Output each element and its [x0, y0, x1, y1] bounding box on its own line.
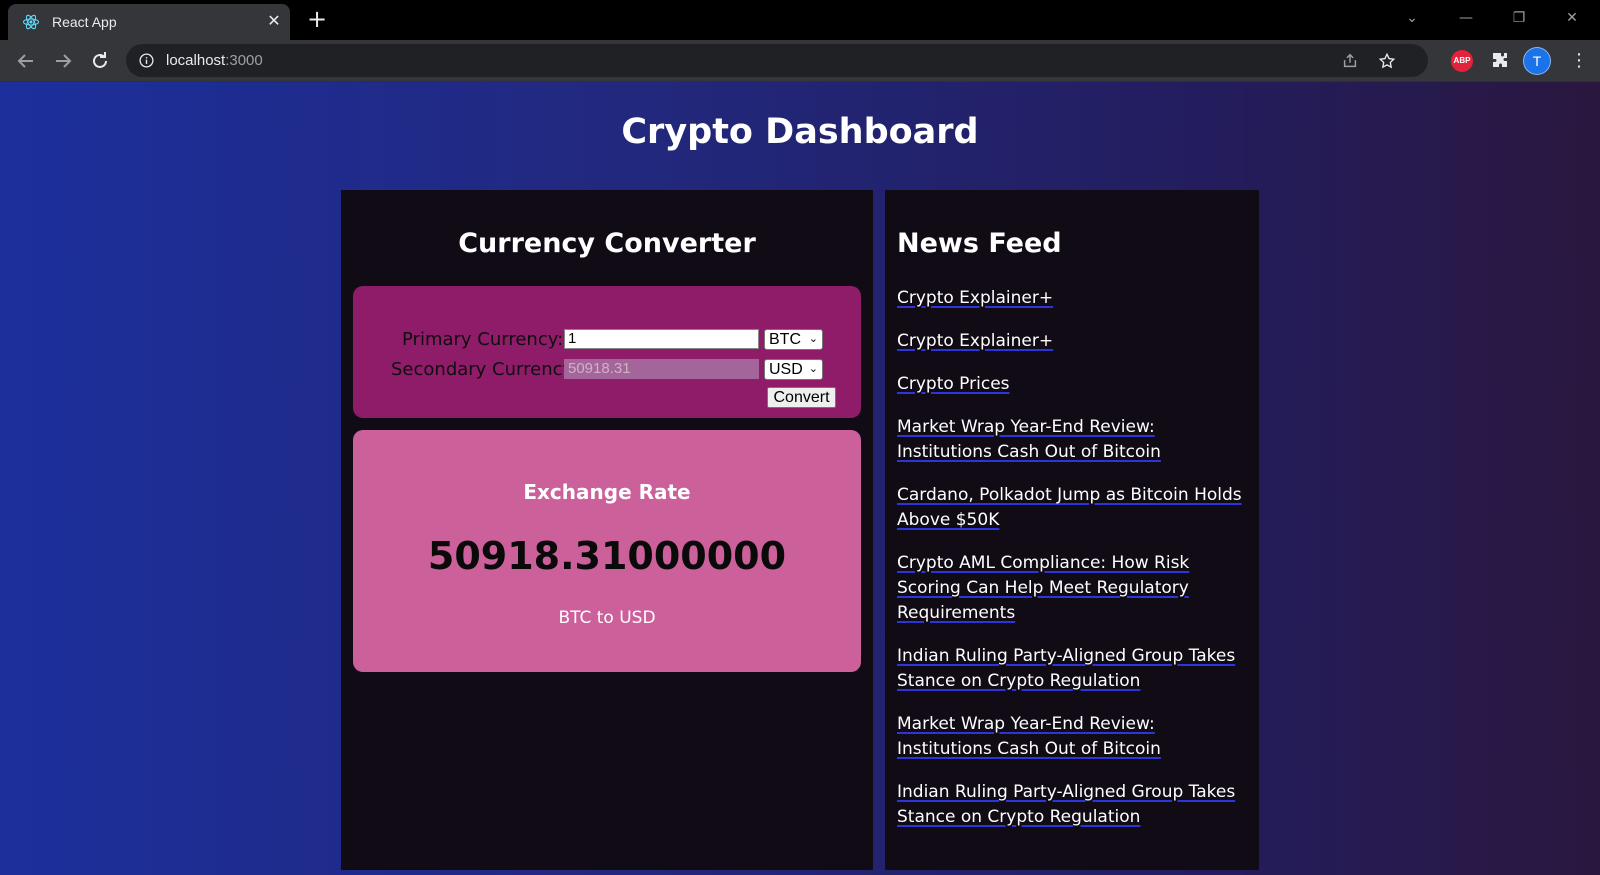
- adblock-extension-icon[interactable]: ABP: [1451, 50, 1473, 72]
- list-item: Crypto Prices: [897, 372, 1249, 397]
- new-tab-icon[interactable]: +: [305, 7, 329, 32]
- restore-icon[interactable]: ❐: [1509, 8, 1529, 28]
- primary-currency-value: BTC: [769, 331, 801, 348]
- browser-menu-icon[interactable]: ⋮: [1570, 49, 1588, 73]
- back-arrow-icon[interactable]: [14, 49, 38, 73]
- tab-title: React App: [52, 14, 117, 30]
- chevron-down-icon: ⌄: [808, 333, 818, 345]
- converter-heading: Currency Converter: [458, 228, 756, 259]
- forward-arrow-icon[interactable]: [51, 49, 75, 73]
- currency-converter-panel: Currency Converter Primary Currency: 1 B…: [341, 190, 873, 870]
- news-link[interactable]: Crypto Explainer+: [897, 288, 1053, 308]
- exchange-rate-pair: BTC to USD: [558, 608, 656, 628]
- react-logo-icon: [22, 14, 40, 30]
- page-title: Crypto Dashboard: [621, 112, 979, 152]
- page-viewport: Crypto Dashboard Currency Converter Prim…: [0, 81, 1600, 875]
- primary-currency-select[interactable]: BTC ⌄: [764, 329, 823, 350]
- site-info-icon[interactable]: [138, 52, 155, 69]
- browser-tab-bar: React App ✕ + ⌄ — ❐ ✕: [0, 0, 1600, 40]
- list-item: Indian Ruling Party-Aligned Group Takes …: [897, 644, 1249, 694]
- exchange-rate-card: Exchange Rate 50918.31000000 BTC to USD: [353, 430, 861, 672]
- bookmark-star-icon[interactable]: [1378, 52, 1396, 70]
- exchange-rate-heading: Exchange Rate: [523, 480, 691, 504]
- converter-form: Primary Currency: 1 BTC ⌄ Secondary Curr…: [353, 286, 861, 418]
- close-tab-icon[interactable]: ✕: [265, 12, 283, 30]
- news-link[interactable]: Crypto Prices: [897, 374, 1010, 394]
- list-item: Crypto Explainer+: [897, 329, 1249, 354]
- chevron-down-icon: ⌄: [808, 363, 818, 375]
- browser-toolbar: localhost:3000 ABP T ⋮: [0, 40, 1600, 81]
- profile-avatar[interactable]: T: [1524, 48, 1550, 74]
- primary-currency-label: Primary Currency:: [402, 329, 564, 350]
- secondary-currency-label: Secondary Currency:: [391, 359, 578, 380]
- minimize-icon[interactable]: —: [1456, 8, 1476, 28]
- list-item: Crypto AML Compliance: How Risk Scoring …: [897, 551, 1249, 626]
- list-item: Cardano, Polkadot Jump as Bitcoin Holds …: [897, 483, 1249, 533]
- primary-amount-input[interactable]: 1: [564, 329, 759, 349]
- news-link[interactable]: Market Wrap Year-End Review: Institution…: [897, 714, 1161, 759]
- tab-search-chevron-icon[interactable]: ⌄: [1402, 8, 1422, 28]
- list-item: Market Wrap Year-End Review: Institution…: [897, 415, 1249, 465]
- list-item: Indian Ruling Party-Aligned Group Takes …: [897, 780, 1249, 830]
- news-link[interactable]: Indian Ruling Party-Aligned Group Takes …: [897, 646, 1235, 691]
- convert-button[interactable]: Convert: [767, 387, 836, 408]
- list-item: Crypto Explainer+: [897, 286, 1249, 311]
- news-list: Crypto Explainer+ Crypto Explainer+ Cryp…: [897, 286, 1249, 848]
- exchange-rate-value: 50918.31000000: [427, 534, 787, 578]
- address-bar[interactable]: localhost:3000: [126, 44, 1428, 77]
- news-link[interactable]: Cardano, Polkadot Jump as Bitcoin Holds …: [897, 485, 1242, 530]
- reload-icon[interactable]: [88, 49, 112, 73]
- url-text: localhost:3000: [166, 52, 263, 69]
- list-item: Market Wrap Year-End Review: Institution…: [897, 712, 1249, 762]
- news-feed-heading: News Feed: [897, 228, 1062, 259]
- secondary-amount-input: 50918.31: [564, 359, 759, 379]
- news-link[interactable]: Market Wrap Year-End Review: Institution…: [897, 417, 1161, 462]
- news-feed-panel: News Feed Crypto Explainer+ Crypto Expla…: [885, 190, 1259, 870]
- browser-tab[interactable]: React App ✕: [8, 4, 290, 40]
- secondary-currency-select[interactable]: USD ⌄: [764, 359, 823, 380]
- news-link[interactable]: Crypto AML Compliance: How Risk Scoring …: [897, 553, 1189, 623]
- secondary-currency-value: USD: [769, 361, 803, 378]
- news-link[interactable]: Indian Ruling Party-Aligned Group Takes …: [897, 782, 1235, 827]
- share-icon[interactable]: [1341, 52, 1359, 70]
- news-link[interactable]: Crypto Explainer+: [897, 331, 1053, 351]
- close-window-icon[interactable]: ✕: [1562, 8, 1582, 28]
- extensions-puzzle-icon[interactable]: [1488, 49, 1512, 73]
